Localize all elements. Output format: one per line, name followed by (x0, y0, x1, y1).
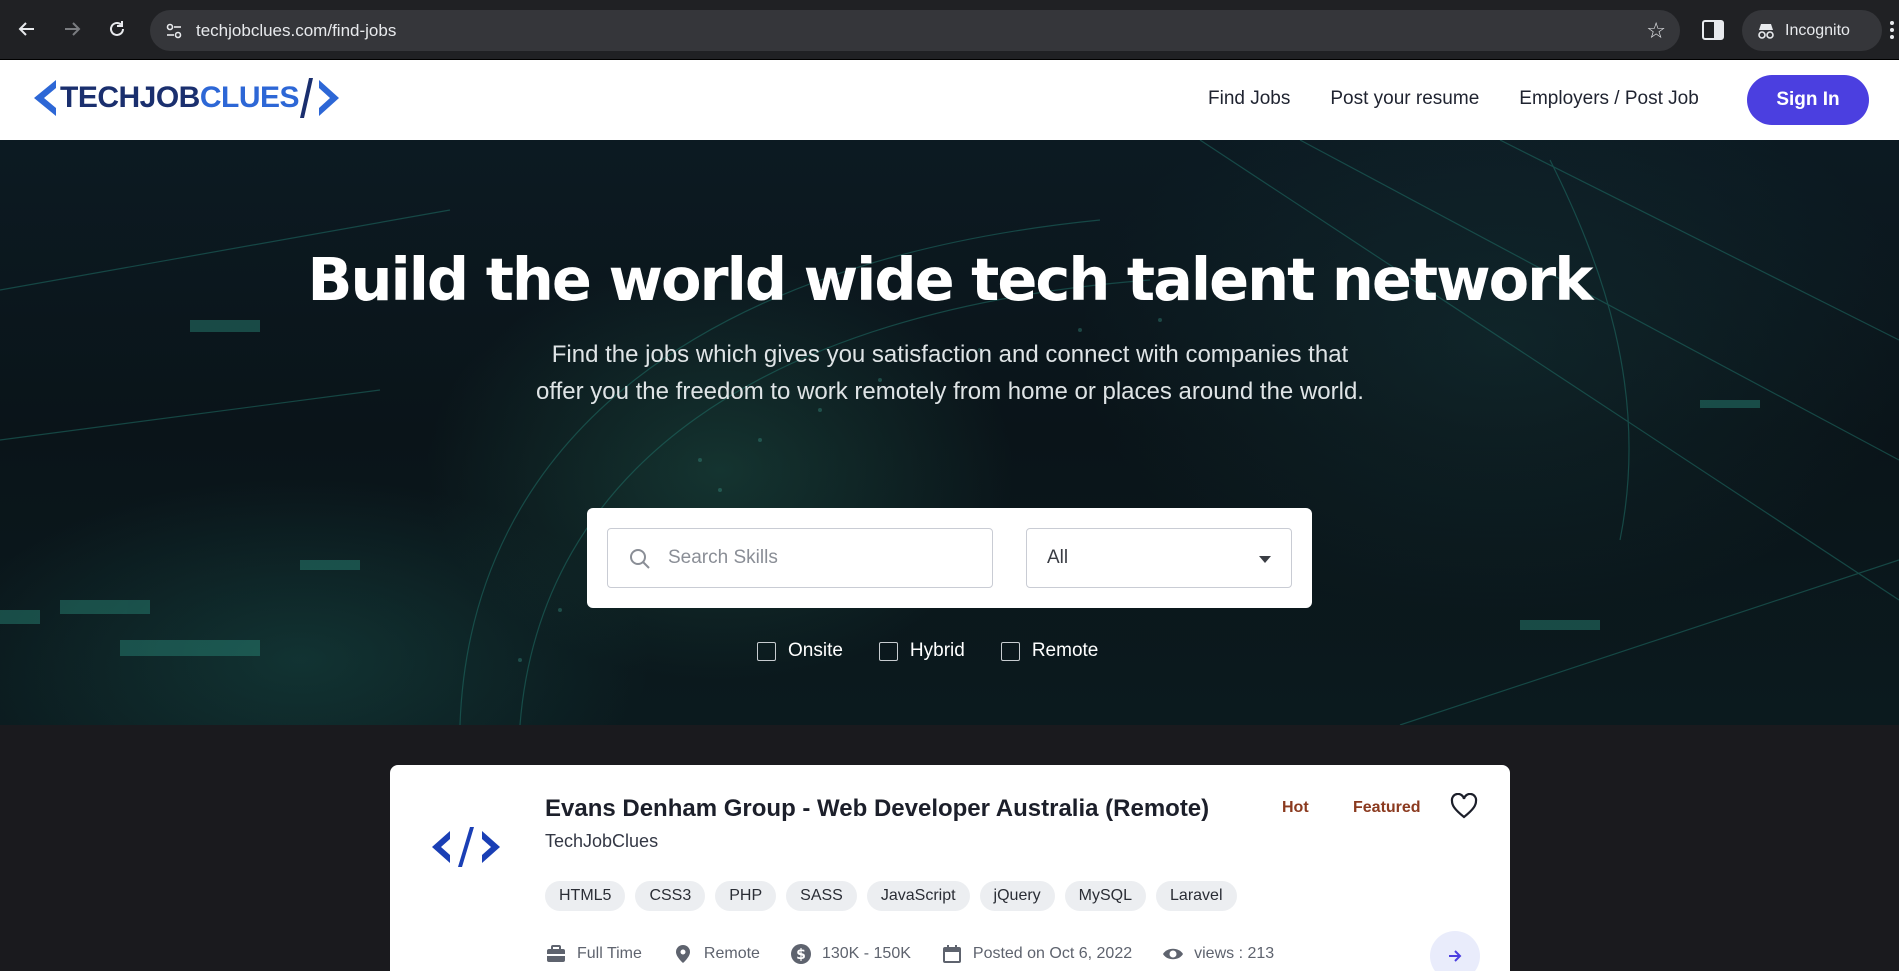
skill-tag[interactable]: MySQL (1064, 881, 1147, 911)
filter-hybrid[interactable]: Hybrid (878, 640, 965, 662)
skill-tag[interactable]: Laravel (1156, 881, 1237, 911)
job-location-text: Remote (703, 945, 760, 962)
search-skills-input[interactable] (668, 541, 978, 575)
forward-arrow-icon (65, 22, 81, 36)
search-icon (630, 549, 650, 569)
company-code-logo-icon (432, 827, 500, 867)
job-views-text: views : 213 (1194, 945, 1275, 962)
site-logo[interactable]: TECHJOB CLUES (30, 78, 341, 118)
side-panel-icon[interactable] (1700, 18, 1726, 42)
hybrid-checkbox[interactable] (878, 641, 898, 661)
logo-slash-chevron-icon (300, 78, 340, 118)
hero-title: Build the world wide tech talent network (307, 245, 1594, 314)
address-bar[interactable]: techjobclues.com/find-jobs ☆ (150, 10, 1680, 51)
job-title[interactable]: Evans Denham Group - Web Developer Austr… (545, 795, 1209, 823)
skill-tag[interactable]: CSS3 (635, 881, 706, 911)
incognito-label: Incognito (1785, 21, 1850, 39)
logo-left-chevron-icon (34, 80, 56, 116)
job-location: Remote (672, 943, 760, 965)
job-posted-text: Posted on Oct 6, 2022 (972, 945, 1133, 962)
job-salary-text: 130K - 150K (821, 945, 911, 962)
back-button[interactable] (12, 14, 42, 44)
onsite-checkbox[interactable] (757, 641, 776, 661)
incognito-indicator[interactable]: Incognito (1742, 10, 1882, 51)
logo-text-tech: TECHJOB (60, 81, 200, 114)
category-select[interactable]: All (1026, 528, 1292, 588)
job-search-box: All (587, 508, 1312, 608)
browser-toolbar: techjobclues.com/find-jobs ☆ Incognito (0, 0, 1899, 60)
work-type-filters: Onsite Hybrid Remote (757, 640, 1134, 662)
location-pin-icon (675, 945, 690, 963)
skill-tag[interactable]: PHP (715, 881, 777, 911)
dollar-icon: $ (790, 944, 811, 964)
hero-background-graphic (0, 140, 1899, 725)
reload-button[interactable] (102, 14, 132, 44)
skill-tag[interactable]: HTML5 (545, 881, 626, 911)
job-type: Full Time (545, 943, 642, 965)
bookmark-star-icon[interactable]: ☆ (1646, 18, 1666, 44)
nav-employers-post-job[interactable]: Employers / Post Job (1519, 88, 1699, 110)
nav-find-jobs[interactable]: Find Jobs (1208, 88, 1290, 110)
category-select-value: All (1047, 547, 1069, 568)
view-job-button[interactable] (1430, 931, 1480, 971)
url-text[interactable]: techjobclues.com/find-jobs (196, 21, 396, 41)
onsite-label: Onsite (788, 640, 843, 661)
hot-badge: Hot (1282, 799, 1309, 816)
job-card[interactable]: Evans Denham Group - Web Developer Austr… (390, 765, 1510, 971)
arrow-right-icon (1449, 950, 1462, 962)
job-type-text: Full Time (577, 945, 642, 962)
browser-menu-icon[interactable] (1890, 20, 1894, 40)
remote-checkbox[interactable] (1000, 641, 1020, 661)
calendar-icon (942, 945, 961, 963)
hero-subtitle: Find the jobs which gives you satisfacti… (536, 341, 1364, 405)
hero-section: Build the world wide tech talent network… (0, 140, 1899, 725)
chevron-down-icon (1259, 556, 1271, 563)
job-salary: $ 130K - 150K (790, 943, 911, 965)
site-info-icon[interactable] (164, 21, 184, 41)
forward-button[interactable] (57, 14, 87, 44)
main-nav: Find Jobs Post your resume Employers / P… (1208, 88, 1699, 110)
hybrid-label: Hybrid (909, 640, 965, 661)
heart-icon[interactable] (1450, 793, 1478, 819)
company-name: TechJobClues (545, 831, 659, 851)
remote-label: Remote (1031, 640, 1099, 661)
skill-tags: HTML5 CSS3 PHP SASS JavaScript jQuery My… (545, 881, 1237, 911)
skill-tag[interactable]: jQuery (979, 881, 1055, 911)
search-field[interactable] (607, 528, 993, 588)
filter-remote[interactable]: Remote (1000, 640, 1099, 662)
featured-badge: Featured (1353, 799, 1421, 816)
back-arrow-icon (18, 22, 34, 36)
svg-text:$: $ (796, 947, 806, 963)
reload-icon (110, 21, 124, 36)
eye-icon (1163, 948, 1184, 960)
job-posted-date: Posted on Oct 6, 2022 (941, 943, 1132, 965)
site-header: TECHJOB CLUES Find Jobs Post your resume… (0, 60, 1899, 140)
job-views: views : 213 (1162, 943, 1274, 965)
nav-post-resume[interactable]: Post your resume (1330, 88, 1479, 110)
incognito-icon (1758, 23, 1774, 39)
briefcase-icon (547, 945, 565, 962)
filter-onsite[interactable]: Onsite (757, 640, 843, 662)
skill-tag[interactable]: SASS (786, 881, 857, 911)
sign-in-button[interactable]: Sign In (1747, 75, 1869, 125)
logo-text-clues: CLUES (199, 81, 300, 114)
job-meta: Full Time Remote $ 130K - 150K Posted on… (545, 943, 1304, 965)
skill-tag[interactable]: JavaScript (866, 881, 970, 911)
